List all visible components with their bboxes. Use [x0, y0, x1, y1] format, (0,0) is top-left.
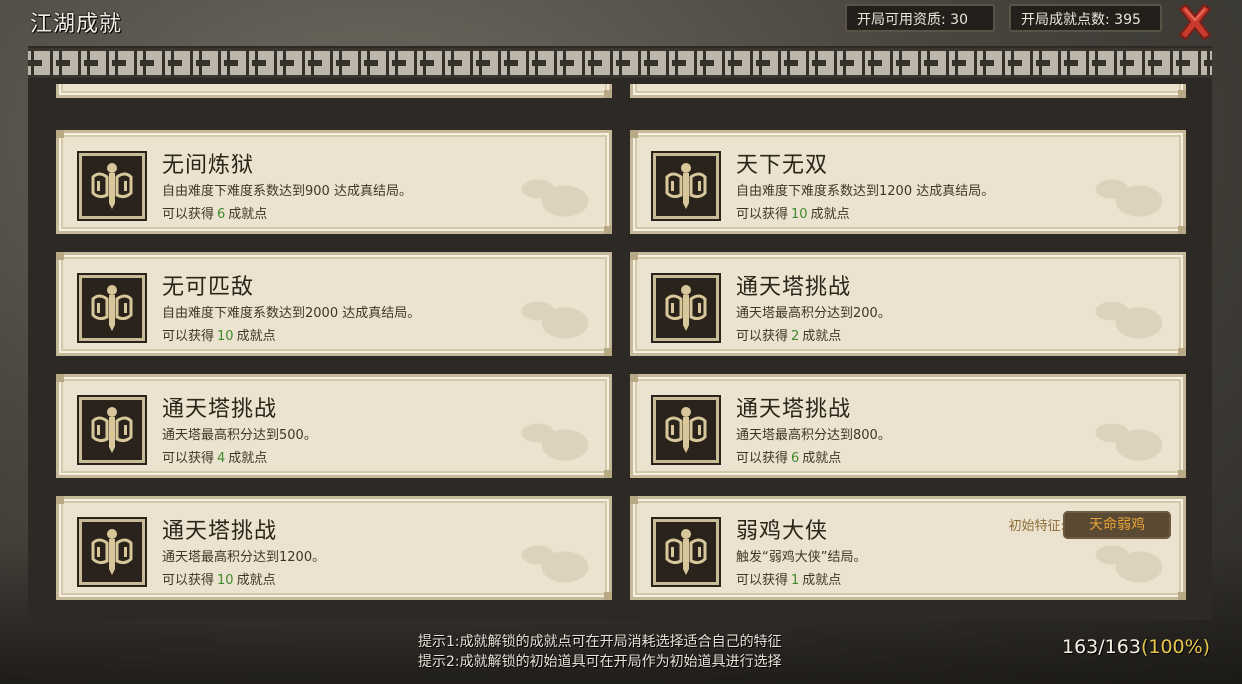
achievement-title: 无间炼狱	[162, 153, 255, 178]
achievement-reward: 可以获得 10 成就点	[736, 207, 850, 222]
initial-trait-badge[interactable]: 天命弱鸡	[1063, 511, 1171, 539]
close-x-icon	[1178, 3, 1212, 41]
achievement-list[interactable]: 无间炼狱 自由难度下难度系数达到900 达成真结局。 可以获得 6 成就点 天下无双…	[40, 84, 1202, 604]
achievement-reward: 可以获得 6 成就点	[162, 207, 268, 222]
achievement-card[interactable]: 无间炼狱 自由难度下难度系数达到900 达成真结局。 可以获得 6 成就点	[56, 130, 612, 234]
achievement-card[interactable]: 通天塔挑战 通天塔最高积分达到200。 可以获得 2 成就点	[630, 252, 1186, 356]
close-button[interactable]	[1174, 2, 1216, 42]
achievement-description: 自由难度下难度系数达到1200 达成真结局。	[736, 184, 995, 199]
achievement-card[interactable]: 通天塔挑战 通天塔最高积分达到1200。 可以获得 10 成就点	[56, 496, 612, 600]
achievement-description: 自由难度下难度系数达到900 达成真结局。	[162, 184, 412, 199]
achievement-title: 通天塔挑战	[736, 397, 852, 422]
tip-line-2: 提示2:成就解锁的初始道具可在开局作为初始道具进行选择	[418, 654, 782, 670]
achievement-reward: 可以获得 6 成就点	[736, 451, 842, 466]
achievement-card-partial	[56, 84, 612, 98]
sword-emblem-icon	[79, 519, 145, 585]
achievement-description: 自由难度下难度系数达到2000 达成真结局。	[162, 306, 421, 321]
sword-emblem-icon	[653, 275, 719, 341]
starting-points-stat: 开局成就点数: 395	[1009, 4, 1162, 32]
achievement-reward: 可以获得 2 成就点	[736, 329, 842, 344]
tips-text: 提示1:成就解锁的成就点可在开局消耗选择适合自己的特征 提示2:成就解锁的初始道…	[418, 632, 782, 672]
achievement-list-scrollbar[interactable]	[1200, 82, 1208, 604]
achievement-reward: 可以获得 1 成就点	[736, 573, 842, 588]
sword-emblem-icon	[653, 519, 719, 585]
sword-emblem-icon	[653, 397, 719, 463]
tip-line-1: 提示1:成就解锁的成就点可在开局消耗选择适合自己的特征	[418, 634, 782, 650]
achievement-progress: 163/163(100%)	[1062, 636, 1210, 658]
starting-talent-stat: 开局可用资质: 30	[845, 4, 995, 32]
starting-points-value: 395	[1114, 12, 1141, 28]
achievement-title: 弱鸡大侠	[736, 519, 829, 544]
achievement-description: 触发“弱鸡大侠”结局。	[736, 550, 867, 565]
achievement-card[interactable]: 通天塔挑战 通天塔最高积分达到500。 可以获得 4 成就点	[56, 374, 612, 478]
starting-talent-label: 开局可用资质:	[857, 12, 946, 28]
sword-emblem-icon	[79, 275, 145, 341]
achievement-card[interactable]: 通天塔挑战 通天塔最高积分达到800。 可以获得 6 成就点	[630, 374, 1186, 478]
achievement-title: 通天塔挑战	[162, 519, 278, 544]
achievement-description: 通天塔最高积分达到1200。	[162, 550, 326, 565]
page-title: 江湖成就	[30, 12, 123, 37]
starting-talent-value: 30	[950, 12, 968, 28]
achievement-reward: 可以获得 4 成就点	[162, 451, 268, 466]
achievement-card[interactable]: 弱鸡大侠 初始特征: 天命弱鸡 触发“弱鸡大侠”结局。 可以获得 1 成就点	[630, 496, 1186, 600]
achievement-description: 通天塔最高积分达到200。	[736, 306, 891, 321]
sword-emblem-icon	[79, 153, 145, 219]
achievement-title: 通天塔挑战	[736, 275, 852, 300]
sword-emblem-icon	[653, 153, 719, 219]
achievement-title: 通天塔挑战	[162, 397, 278, 422]
progress-percent: (100%)	[1140, 636, 1211, 658]
starting-points-label: 开局成就点数:	[1021, 12, 1110, 28]
decorative-meander-border	[28, 48, 1212, 78]
achievement-title: 无可匹敌	[162, 275, 255, 300]
progress-count: 163/163	[1062, 636, 1141, 658]
sword-emblem-icon	[79, 397, 145, 463]
initial-trait-label: 初始特征:	[1008, 519, 1065, 534]
achievement-card[interactable]: 无可匹敌 自由难度下难度系数达到2000 达成真结局。 可以获得 10 成就点	[56, 252, 612, 356]
achievement-card[interactable]: 天下无双 自由难度下难度系数达到1200 达成真结局。 可以获得 10 成就点	[630, 130, 1186, 234]
achievement-reward: 可以获得 10 成就点	[162, 573, 276, 588]
achievement-description: 通天塔最高积分达到800。	[736, 428, 891, 443]
achievement-card-partial	[630, 84, 1186, 98]
achievement-title: 天下无双	[736, 153, 829, 178]
achievement-reward: 可以获得 10 成就点	[162, 329, 276, 344]
achievement-description: 通天塔最高积分达到500。	[162, 428, 317, 443]
